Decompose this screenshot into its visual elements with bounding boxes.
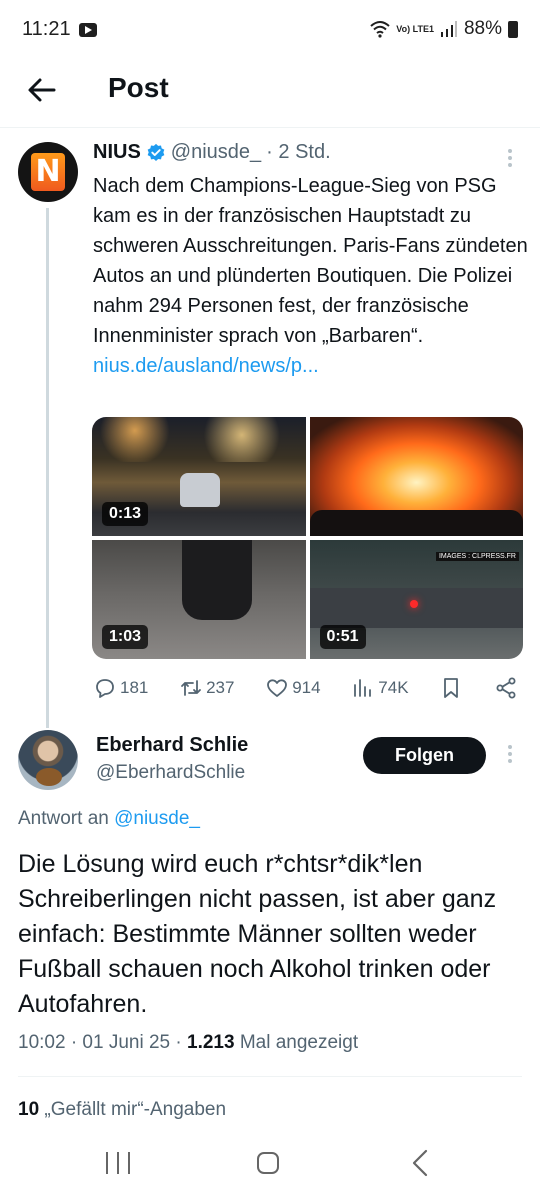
network-label: Vo) LTE1 (396, 23, 434, 34)
more-options-icon[interactable] (503, 742, 517, 764)
repost-icon (181, 680, 201, 696)
nius-logo: N (31, 153, 65, 191)
tweet-link[interactable]: nius.de/ausland/news/p... (93, 355, 319, 377)
video-thumbnail[interactable]: IMAGES : CLPRESS.FR 0:51 (309, 540, 523, 659)
share-button[interactable] (494, 676, 518, 700)
recent-apps-icon[interactable] (106, 1152, 130, 1174)
views-count: 74K (378, 678, 409, 697)
reply-views-label: Mal angezeigt (234, 1032, 359, 1053)
system-nav-bar (0, 1135, 540, 1200)
views-button[interactable]: 74K (351, 676, 409, 700)
reply-to-prefix: Antwort an (18, 808, 109, 829)
top-bar: Post (0, 60, 540, 128)
status-time: 11:21 (22, 18, 71, 40)
reply-author-name[interactable]: Eberhard Schlie (96, 734, 248, 757)
analytics-icon (354, 679, 372, 697)
video-thumbnail[interactable]: 0:13 (92, 417, 306, 536)
back-arrow-icon[interactable] (26, 74, 58, 106)
verified-badge-icon (147, 143, 165, 161)
media-grid: 0:13 1:03 IMAGES : CLPRESS.FR 0:51 (92, 417, 523, 659)
youtube-notification-icon (79, 23, 97, 37)
reply-author-handle[interactable]: @EberhardSchlie (96, 762, 245, 784)
video-duration: 0:13 (102, 502, 149, 526)
divider (18, 1076, 522, 1077)
battery-percent: 88% (463, 18, 502, 39)
video-thumbnail[interactable]: 1:03 (92, 540, 306, 659)
like-button[interactable]: 914 (265, 676, 321, 700)
likes-label: „Gefällt mir“-Angaben (39, 1099, 227, 1120)
tweet-actions: 181 237 914 74K (93, 675, 518, 701)
reply-icon (96, 679, 114, 698)
home-icon[interactable] (257, 1152, 279, 1174)
repost-button[interactable]: 237 (179, 676, 234, 700)
status-bar: 11:21 Vo) LTE1 88% (0, 0, 540, 60)
tweet-time: · 2 Std. (266, 141, 331, 163)
reply-to-handle[interactable]: @niusde_ (114, 808, 200, 829)
reply-meta: 10:02 · 01 Juni 25 · 1.213 Mal angezeigt (18, 1032, 358, 1054)
video-duration: 0:51 (319, 625, 366, 649)
image-watermark: IMAGES : CLPRESS.FR (435, 552, 519, 561)
likes-summary[interactable]: 10 „Gefällt mir“-Angaben (18, 1099, 226, 1121)
video-duration: 1:03 (102, 625, 149, 649)
share-icon (496, 677, 516, 699)
repost-count: 237 (206, 678, 235, 697)
bookmark-icon (444, 678, 459, 698)
tweet-body: Nach dem Champions-League-Sieg von PSG k… (93, 175, 528, 347)
thread-line (46, 208, 49, 728)
bookmark-button[interactable] (439, 676, 463, 700)
image-thumbnail[interactable] (309, 417, 523, 536)
author-handle[interactable]: @niusde_ (171, 141, 261, 164)
wifi-icon (370, 21, 390, 38)
reply-view-count: 1.213 (187, 1032, 235, 1053)
reply-to-line: Antwort an @niusde_ (18, 808, 200, 830)
battery-icon (508, 20, 518, 38)
nav-back-icon[interactable] (410, 1149, 430, 1177)
avatar[interactable] (18, 730, 78, 790)
likes-count: 10 (18, 1099, 40, 1120)
signal-icon (440, 21, 457, 37)
reply-button[interactable]: 181 (93, 676, 148, 700)
reply-text: Die Lösung wird euch r*chtsr*dik*len Sch… (18, 850, 497, 1018)
tweet-header: NIUS @niusde_ · 2 Std. (93, 141, 331, 164)
author-name[interactable]: NIUS (93, 141, 141, 164)
follow-button[interactable]: Folgen (363, 737, 486, 774)
status-indicators: Vo) LTE1 88% (370, 18, 518, 40)
reply-count: 181 (120, 678, 149, 697)
tweet-text: Nach dem Champions-League-Sieg von PSG k… (93, 171, 533, 381)
reply-timestamp[interactable]: 10:02 · 01 Juni 25 · (18, 1032, 187, 1053)
heart-icon (267, 679, 288, 697)
like-count: 914 (292, 678, 321, 697)
avatar[interactable]: N (18, 142, 78, 202)
more-options-icon[interactable] (503, 146, 517, 168)
page-title: Post (108, 72, 169, 103)
